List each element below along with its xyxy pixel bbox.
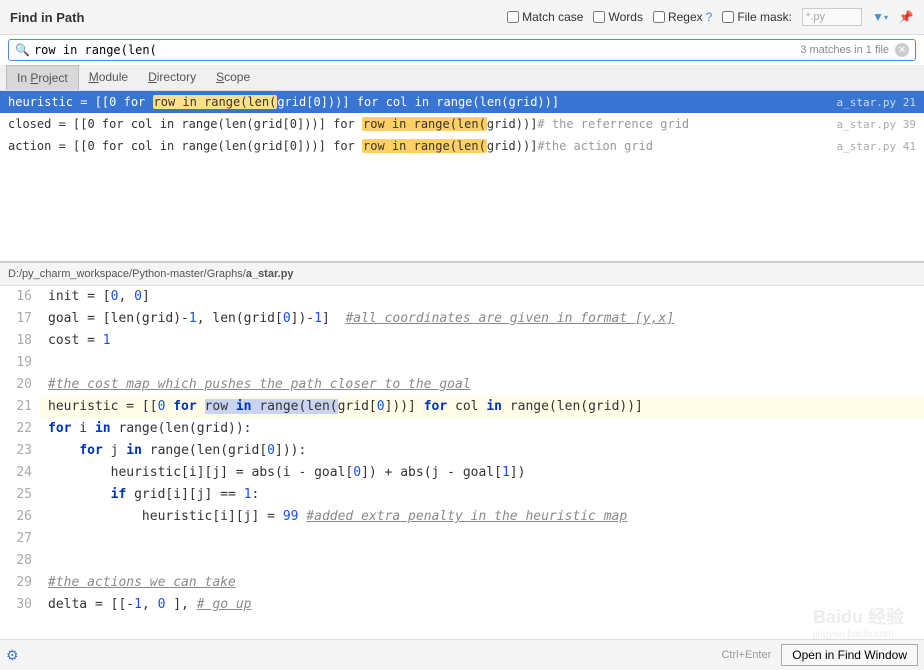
search-icon: 🔍 (15, 43, 30, 57)
gear-icon[interactable]: ⚙ (6, 647, 19, 664)
tab-directory[interactable]: Directory (138, 65, 206, 90)
dialog-header: Find in Path Match case Words Regex ? Fi… (0, 0, 924, 35)
match-case-checkbox[interactable]: Match case (507, 10, 583, 24)
result-row[interactable]: heuristic = [[0 for row in range(len(gri… (0, 91, 924, 113)
scope-tabs: In Project Module Directory Scope (0, 65, 924, 91)
tab-in-project[interactable]: In Project (6, 65, 79, 90)
tab-scope[interactable]: Scope (206, 65, 260, 90)
tab-module[interactable]: Module (79, 65, 138, 90)
preview-path: D:/py_charm_workspace/Python-master/Grap… (0, 261, 924, 286)
file-mask-input[interactable] (802, 8, 862, 26)
regex-help-icon[interactable]: ? (706, 10, 713, 24)
file-mask-checkbox[interactable]: File mask: (722, 10, 792, 24)
clear-icon[interactable]: ✕ (895, 43, 909, 57)
shortcut-hint: Ctrl+Enter (721, 649, 771, 661)
dialog-title: Find in Path (10, 10, 507, 25)
results-list: heuristic = [[0 for row in range(len(gri… (0, 91, 924, 261)
code-lines: init = [0, 0]goal = [len(grid)-1, len(gr… (40, 286, 924, 626)
result-row[interactable]: closed = [[0 for col in range(len(grid[0… (0, 113, 924, 135)
search-input[interactable] (34, 43, 800, 57)
search-options: Match case Words Regex ? File mask: ▼▾ 📌 (507, 8, 914, 26)
filter-icon[interactable]: ▼▾ (872, 9, 888, 25)
regex-checkbox[interactable]: Regex ? (653, 10, 712, 24)
search-bar: 🔍 3 matches in 1 file ✕ (8, 39, 916, 61)
words-checkbox[interactable]: Words (593, 10, 642, 24)
open-find-window-button[interactable]: Open in Find Window (781, 644, 918, 666)
line-gutter: 161718192021222324252627282930 (0, 286, 40, 626)
footer: ⚙ Ctrl+Enter Open in Find Window (0, 639, 924, 670)
pin-icon[interactable]: 📌 (898, 9, 914, 25)
code-preview[interactable]: 161718192021222324252627282930 init = [0… (0, 286, 924, 626)
result-row[interactable]: action = [[0 for col in range(len(grid[0… (0, 135, 924, 157)
match-count: 3 matches in 1 file (800, 44, 889, 56)
